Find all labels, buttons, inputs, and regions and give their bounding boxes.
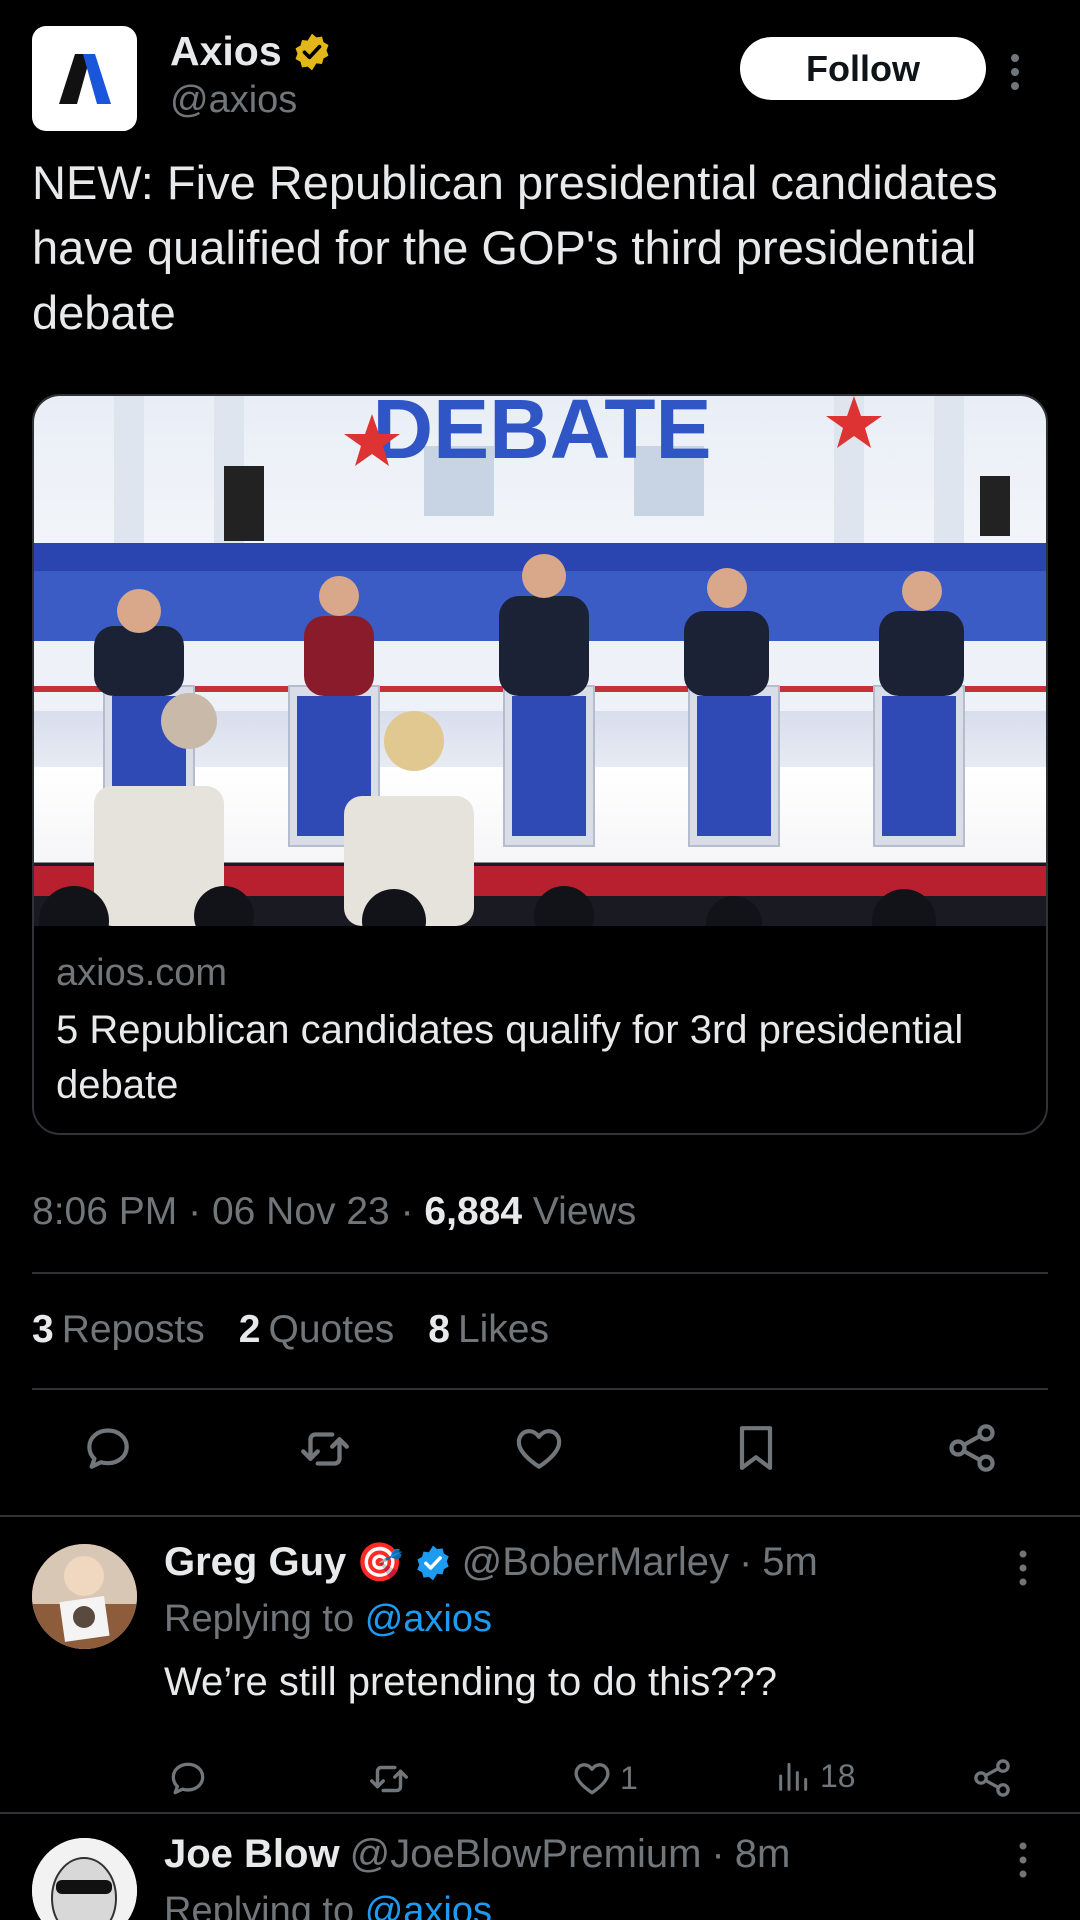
separator-dot: ·	[188, 1190, 202, 1233]
repost-button[interactable]	[366, 1756, 412, 1802]
share-button[interactable]	[970, 1756, 1014, 1800]
replying-to: Replying to @axios	[164, 1890, 492, 1920]
card-domain: axios.com	[56, 952, 228, 994]
likes-stat[interactable]: 8 Likes	[428, 1308, 549, 1352]
author-display-name[interactable]: Axios	[170, 28, 332, 75]
axios-avatar[interactable]	[32, 26, 137, 131]
tweet-text: NEW: Five Republican presidential candid…	[32, 156, 998, 339]
reply-item[interactable]: Joe Blow @JoeBlowPremium · 8m Replying t…	[0, 1832, 1080, 1920]
views-count: 6,884	[424, 1190, 523, 1233]
divider	[32, 1272, 1048, 1274]
reposts-stat[interactable]: 3 Reposts	[32, 1308, 205, 1352]
reply-author-name[interactable]: Joe Blow	[164, 1832, 340, 1877]
reply-item[interactable]: Greg Guy 🎯 @BoberMarley · 5m Replying to…	[0, 1540, 1080, 1810]
tweet-timestamp-views: 8:06 PM · 06 Nov 23 · 6,884 Views	[32, 1190, 636, 1234]
card-title: 5 Republican candidates qualify for 3rd …	[56, 1008, 964, 1107]
reply-time: 5m	[762, 1540, 818, 1584]
divider	[0, 1515, 1080, 1517]
avatar[interactable]	[32, 1838, 137, 1920]
gold-verified-badge-icon	[292, 32, 332, 72]
tweet-action-bar	[0, 1420, 1080, 1490]
link-preview-card[interactable]: DEBATE axios.com 5 Republican candidates…	[32, 394, 1048, 1135]
replying-to: Replying to @axios	[164, 1598, 492, 1640]
share-icon[interactable]	[944, 1420, 1000, 1476]
more-options-icon[interactable]	[1007, 52, 1023, 92]
bookmark-icon[interactable]	[728, 1420, 784, 1476]
tweet-date: 06 Nov 23	[211, 1190, 390, 1233]
like-icon	[570, 1756, 614, 1800]
separator-dot: ·	[400, 1190, 414, 1233]
reply-text: We’re still pretending to do this???	[164, 1660, 777, 1704]
repost-icon	[366, 1756, 412, 1802]
reply-icon[interactable]	[80, 1420, 136, 1476]
banner-text: DEBATE	[372, 396, 711, 476]
reply-action-bar: 1 18	[0, 1756, 1080, 1806]
like-count: 1	[620, 1759, 638, 1796]
follow-button[interactable]: Follow	[740, 37, 986, 100]
divider	[32, 1388, 1048, 1390]
target-emoji-icon: 🎯	[356, 1541, 404, 1584]
repost-icon[interactable]	[296, 1420, 354, 1478]
analytics-icon	[774, 1756, 814, 1796]
author-handle[interactable]: @axios	[170, 79, 332, 122]
reply-button[interactable]	[166, 1756, 210, 1800]
avatar[interactable]	[32, 1544, 137, 1649]
separator-dot: ·	[738, 1540, 753, 1584]
quotes-stat[interactable]: 2 Quotes	[239, 1308, 394, 1352]
axios-logo-icon	[58, 53, 111, 104]
engagement-stats: 3 Reposts 2 Quotes 8 Likes	[32, 1308, 549, 1352]
more-options-icon[interactable]	[1015, 1548, 1031, 1588]
views-label: Views	[532, 1190, 637, 1233]
more-options-icon[interactable]	[1015, 1840, 1031, 1880]
like-icon[interactable]	[511, 1420, 567, 1476]
reply-time: 8m	[734, 1832, 791, 1876]
views-count: 18	[820, 1757, 856, 1794]
reply-icon	[166, 1756, 210, 1800]
reply-author-handle[interactable]: @JoeBlowPremium	[350, 1832, 702, 1877]
share-icon	[970, 1756, 1014, 1800]
debate-stage-image: DEBATE	[34, 396, 1046, 926]
verified-badge-icon	[414, 1544, 452, 1582]
reply-author-name[interactable]: Greg Guy	[164, 1540, 346, 1585]
mention-link[interactable]: @axios	[365, 1890, 492, 1920]
tweet-time: 8:06 PM	[32, 1190, 178, 1233]
like-button[interactable]: 1	[570, 1756, 638, 1800]
separator-dot: ·	[711, 1832, 725, 1876]
views-button[interactable]: 18	[774, 1756, 856, 1796]
mention-link[interactable]: @axios	[365, 1598, 492, 1640]
reply-author-handle[interactable]: @BoberMarley	[462, 1540, 729, 1585]
divider	[0, 1812, 1080, 1814]
tweet-header: Axios @axios Follow	[32, 24, 1048, 134]
